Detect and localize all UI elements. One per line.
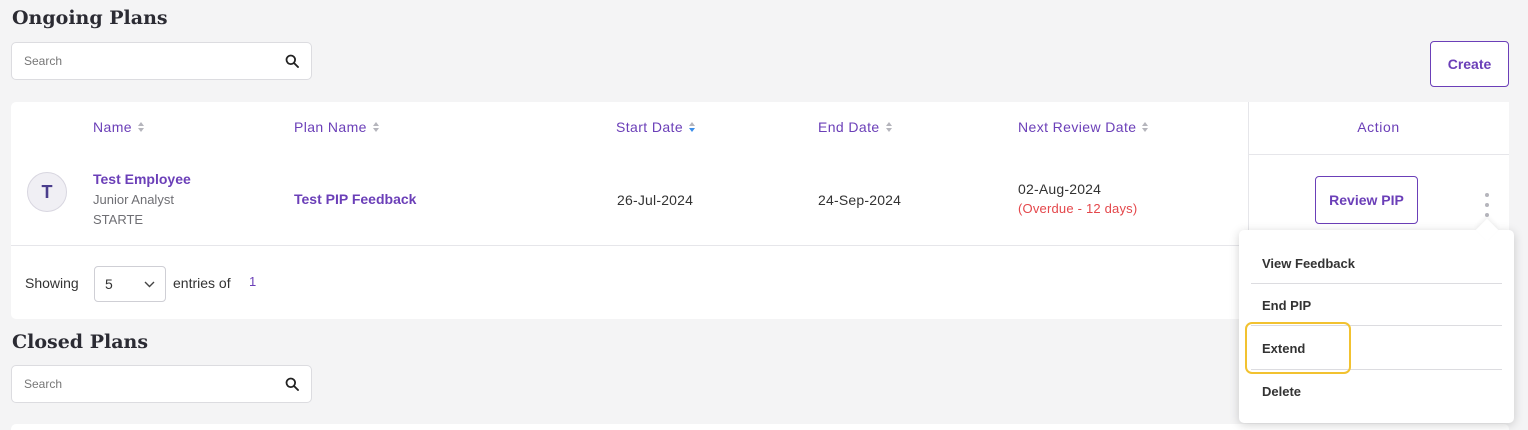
- column-header-plan-name[interactable]: Plan Name: [294, 119, 380, 135]
- showing-label: Showing: [25, 275, 79, 291]
- closed-plans-table: [11, 424, 1509, 430]
- column-header-name-label: Name: [93, 119, 132, 135]
- review-pip-button[interactable]: Review PIP: [1315, 176, 1418, 224]
- entries-total: 1: [249, 274, 257, 289]
- highlight-box: [1245, 322, 1351, 374]
- menu-item-delete[interactable]: Delete: [1251, 384, 1502, 399]
- column-header-name[interactable]: Name: [93, 119, 145, 135]
- overdue-indicator: (Overdue - 12 days): [1018, 201, 1138, 216]
- search-icon[interactable]: [285, 377, 299, 391]
- ongoing-search-box[interactable]: [11, 42, 312, 80]
- column-header-plan-name-label: Plan Name: [294, 119, 367, 135]
- closed-plans-title: Closed Plans: [12, 331, 149, 353]
- end-date-cell: 24-Sep-2024: [818, 192, 902, 208]
- action-header-divider: [1248, 154, 1509, 155]
- employee-designation: Junior Analyst: [93, 192, 174, 207]
- menu-item-end-pip[interactable]: End PIP: [1251, 298, 1502, 313]
- page-size-value: 5: [105, 276, 113, 292]
- closed-search-box[interactable]: [11, 365, 312, 403]
- avatar: T: [27, 172, 67, 212]
- search-icon[interactable]: [285, 54, 299, 68]
- column-header-end-date-label: End Date: [818, 119, 880, 135]
- ongoing-search-input[interactable]: [24, 54, 285, 68]
- column-header-action: Action: [1357, 119, 1400, 135]
- start-date-cell: 26-Jul-2024: [617, 192, 694, 208]
- sort-icon: [1142, 122, 1149, 132]
- chevron-down-icon: [144, 281, 155, 287]
- page-size-select[interactable]: 5: [94, 266, 166, 302]
- column-header-next-review-date[interactable]: Next Review Date: [1018, 119, 1149, 135]
- next-review-date-cell: 02-Aug-2024: [1018, 181, 1102, 197]
- sort-icon: [885, 122, 892, 132]
- plan-name-link[interactable]: Test PIP Feedback: [294, 191, 416, 207]
- column-header-start-date-label: Start Date: [616, 119, 684, 135]
- ongoing-plans-title: Ongoing Plans: [12, 7, 168, 29]
- column-header-start-date[interactable]: Start Date: [616, 119, 696, 135]
- sort-icon: [372, 122, 379, 132]
- menu-divider: [1251, 283, 1502, 284]
- menu-item-view-feedback[interactable]: View Feedback: [1251, 256, 1502, 271]
- sort-icon: [137, 122, 144, 132]
- closed-search-input[interactable]: [24, 377, 285, 391]
- column-header-next-review-label: Next Review Date: [1018, 119, 1137, 135]
- employee-name-link[interactable]: Test Employee: [93, 171, 191, 187]
- sort-ascending-icon: [689, 122, 696, 132]
- entries-of-label: entries of: [173, 275, 231, 291]
- more-options-icon[interactable]: [1479, 193, 1495, 217]
- column-header-end-date[interactable]: End Date: [818, 119, 893, 135]
- create-button[interactable]: Create: [1430, 41, 1509, 87]
- employee-department: STARTE: [93, 212, 144, 227]
